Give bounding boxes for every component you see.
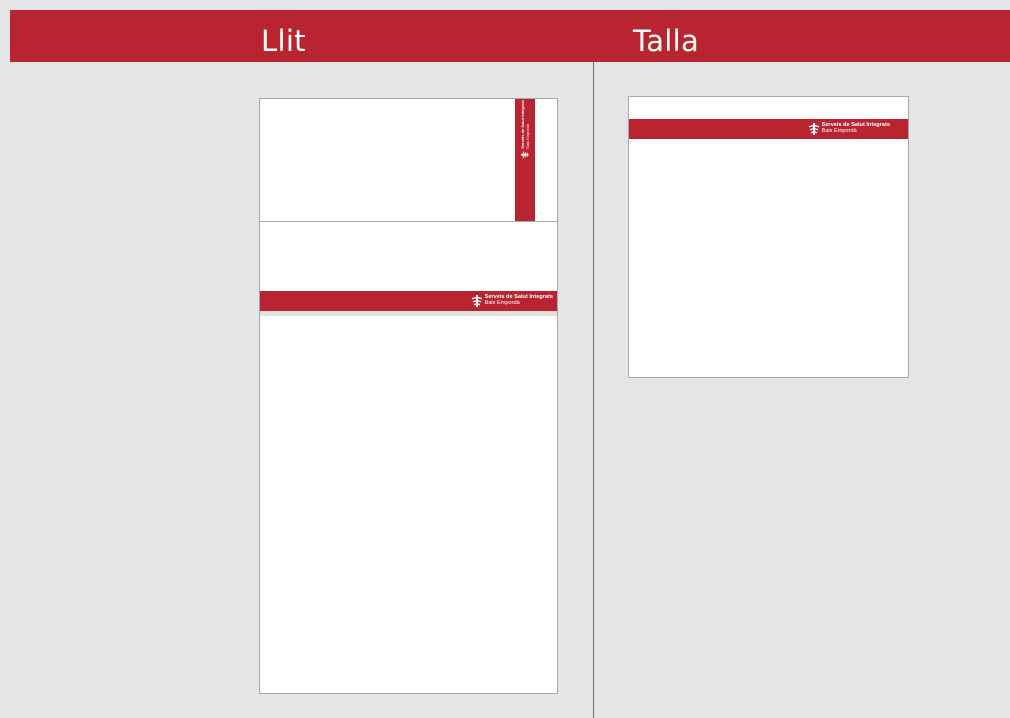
llit-pillowcase-vertical-band: Serveis de Salut Integrats Baix Empordà [515, 99, 535, 221]
column-title-llit: Llit [261, 24, 306, 58]
llit-bed-sheet-fold [260, 311, 557, 316]
llit-pillowcase: Serveis de Salut Integrats Baix Empordà [259, 98, 558, 222]
logo-subtitle: Baix Empordà [524, 123, 530, 149]
llit-bed-sheet-band: Serveis de Salut Integrats Baix Empordà [260, 291, 557, 311]
talla-towel: Serveis de Salut Integrats Baix Empordà [628, 96, 909, 378]
logo-mark-icon [521, 151, 529, 159]
column-divider [593, 62, 594, 718]
llit-bed-sheet: Serveis de Salut Integrats Baix Empordà [259, 221, 558, 694]
logo-horizontal: Serveis de Salut Integrats Baix Empordà [808, 123, 890, 135]
logo-subtitle: Baix Empordà [821, 128, 857, 135]
column-title-talla: Talla [633, 24, 700, 58]
talla-towel-band: Serveis de Salut Integrats Baix Empordà [629, 119, 908, 139]
logo-horizontal: Serveis de Salut Integrats Baix Empordà [471, 295, 553, 307]
logo-subtitle: Baix Empordà [484, 300, 520, 307]
header-bar: Llit Talla [10, 10, 1010, 62]
logo-mark-icon [808, 123, 819, 135]
logo-mark-icon [471, 295, 482, 307]
logo-vertical: Serveis de Salut Integrats Baix Empordà [520, 99, 530, 159]
